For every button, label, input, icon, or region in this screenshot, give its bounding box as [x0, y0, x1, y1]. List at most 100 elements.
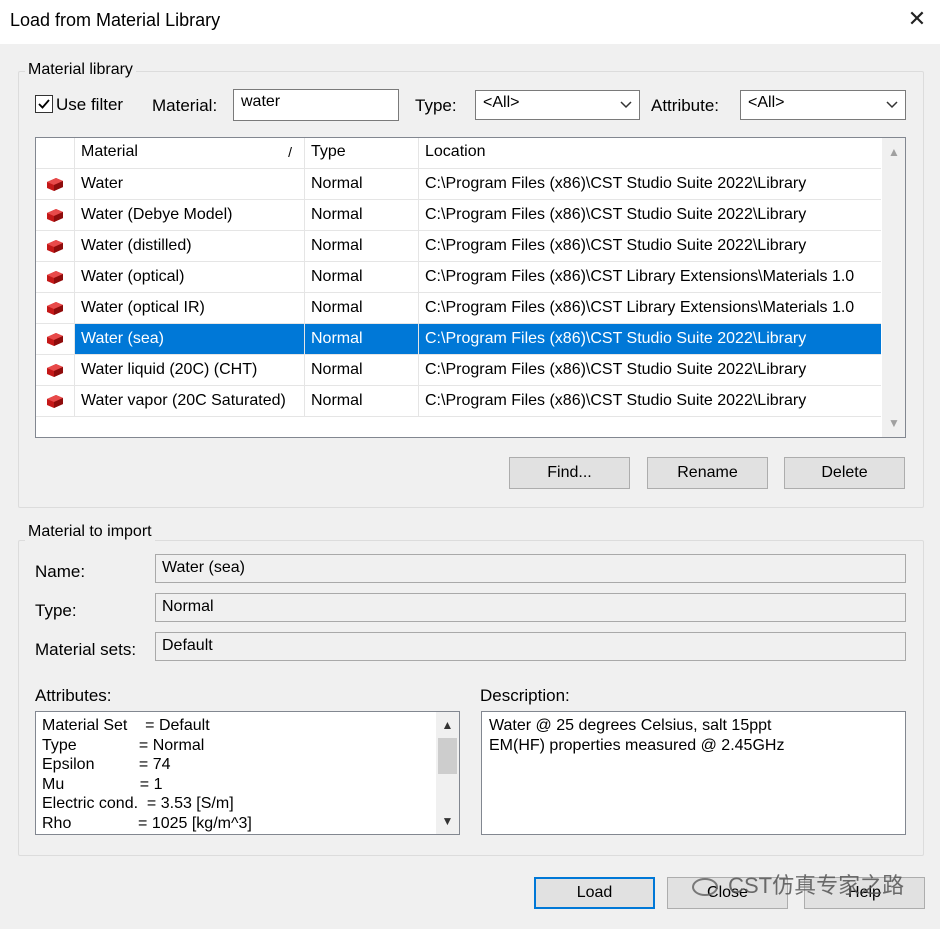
list-scrollbar[interactable]: ▲ ▼ [882, 138, 905, 437]
type-filter-dropdown[interactable]: <All> [475, 90, 640, 120]
cell-location: C:\Program Files (x86)\CST Library Exten… [419, 262, 881, 293]
brick-icon [47, 271, 63, 284]
attribute-filter-label: Attribute: [651, 96, 720, 115]
description-line: Water @ 25 degrees Celsius, salt 15ppt [489, 717, 772, 734]
cell-location: C:\Program Files (x86)\CST Studio Suite … [419, 231, 881, 262]
cell-material: Water (optical) [75, 262, 305, 293]
brick-icon [47, 333, 63, 346]
delete-button[interactable]: Delete [784, 457, 905, 489]
import-name-field[interactable]: Water (sea) [155, 554, 906, 583]
brick-icon [47, 302, 63, 315]
cell-material: Water [75, 169, 305, 200]
material-brick-icon [36, 293, 75, 324]
cell-type: Normal [305, 355, 419, 386]
table-row[interactable]: Water (optical) Normal C:\Program Files (x… [36, 262, 881, 293]
material-to-import-group-label: Material to import [25, 523, 155, 541]
table-row[interactable]: Water liquid (20C) (CHT) Normal C:\Program… [36, 355, 881, 386]
cell-material: Water vapor (20C Saturated) [75, 386, 305, 417]
table-row[interactable]: Water (sea) Normal C:\Program Files (x86)\… [36, 324, 881, 355]
attributes-textbox[interactable]: Material Set = Default Type = Normal Epsil… [35, 711, 460, 835]
type-filter-label: Type: [415, 96, 457, 115]
header-location-label: Location [425, 143, 486, 160]
wechat-icon [692, 878, 718, 897]
description-line: EM(HF) properties measured @ 2.45GHz [489, 737, 785, 754]
import-name-label: Name: [35, 562, 86, 581]
table-row[interactable]: Water (Debye Model) Normal C:\Program File… [36, 200, 881, 231]
watermark-text: CST仿真专家之路 [692, 868, 904, 900]
sort-indicator-icon: / [288, 144, 292, 160]
description-textbox[interactable]: Water @ 25 degrees Celsius, salt 15ppt EM… [481, 711, 906, 835]
material-brick-icon [36, 324, 75, 355]
material-filter-input[interactable]: water [233, 89, 399, 121]
cell-location: C:\Program Files (x86)\CST Studio Suite … [419, 200, 881, 231]
brick-icon [47, 395, 63, 408]
header-material[interactable]: Material / [75, 138, 305, 169]
header-location[interactable]: Location [419, 138, 881, 169]
chevron-down-icon [620, 101, 632, 109]
header-type[interactable]: Type [305, 138, 419, 169]
attribute-line: Mu = 1 [42, 775, 163, 793]
material-brick-icon [36, 231, 75, 262]
cell-type: Normal [305, 293, 419, 324]
close-icon[interactable]: ✕ [906, 8, 928, 30]
cell-type: Normal [305, 324, 419, 355]
import-type-label: Type: [35, 601, 77, 620]
cell-material: Water (distilled) [75, 231, 305, 262]
cell-type: Normal [305, 262, 419, 293]
cell-type: Normal [305, 200, 419, 231]
cell-location: C:\Program Files (x86)\CST Studio Suite … [419, 355, 881, 386]
cell-location: C:\Program Files (x86)\CST Studio Suite … [419, 324, 881, 355]
rename-button[interactable]: Rename [647, 457, 768, 489]
description-label: Description: [480, 686, 570, 705]
attribute-line: Electric cond. = 3.53 [S/m] [42, 795, 234, 813]
import-sets-label: Material sets: [35, 640, 137, 659]
cell-type: Normal [305, 169, 419, 200]
attribute-line: Epsilon = 74 [42, 756, 171, 774]
find-button[interactable]: Find... [509, 457, 630, 489]
chevron-down-icon [886, 101, 898, 109]
attributes-label: Attributes: [35, 686, 112, 705]
cell-material: Water (Debye Model) [75, 200, 305, 231]
use-filter-checkbox[interactable] [35, 95, 53, 113]
table-row[interactable]: Water (optical IR) Normal C:\Program Files… [36, 293, 881, 324]
cell-location: C:\Program Files (x86)\CST Library Exten… [419, 293, 881, 324]
list-header: Material / Type Location [36, 138, 881, 169]
cell-type: Normal [305, 231, 419, 262]
scroll-up-icon[interactable]: ▲ [882, 142, 905, 162]
cell-material: Water (sea) [75, 324, 305, 355]
cell-location: C:\Program Files (x86)\CST Studio Suite … [419, 169, 881, 200]
table-row[interactable]: Water Normal C:\Program Files (x86)\CST St… [36, 169, 881, 200]
table-row[interactable]: Water vapor (20C Saturated) Normal C:\Prog… [36, 386, 881, 417]
attribute-filter-dropdown[interactable]: <All> [740, 90, 906, 120]
use-filter-label[interactable]: Use filter [56, 95, 123, 115]
cell-material: Water liquid (20C) (CHT) [75, 355, 305, 386]
cell-material: Water (optical IR) [75, 293, 305, 324]
brick-icon [47, 240, 63, 253]
table-row[interactable]: Water (distilled) Normal C:\Program Files … [36, 231, 881, 262]
attributes-scrollbar[interactable]: ▲ ▼ [436, 712, 459, 834]
header-material-label: Material [81, 143, 138, 160]
import-type-field[interactable]: Normal [155, 593, 906, 622]
brick-icon [47, 364, 63, 377]
header-type-label: Type [311, 143, 346, 160]
checkmark-icon [38, 99, 50, 109]
material-filter-label: Material: [152, 96, 218, 115]
scroll-thumb[interactable] [438, 738, 457, 774]
load-button[interactable]: Load [534, 877, 655, 909]
material-brick-icon [36, 355, 75, 386]
material-list[interactable]: Material / Type Location Water Normal C:\P… [35, 137, 906, 438]
attribute-line: Material Set = Default [42, 717, 210, 734]
header-icon-column[interactable] [36, 138, 75, 169]
material-brick-icon [36, 386, 75, 417]
scroll-up-icon[interactable]: ▲ [436, 715, 459, 735]
cell-location: C:\Program Files (x86)\CST Studio Suite … [419, 386, 881, 417]
material-brick-icon [36, 169, 75, 200]
material-brick-icon [36, 200, 75, 231]
brick-icon [47, 209, 63, 222]
material-brick-icon [36, 262, 75, 293]
scroll-down-icon[interactable]: ▼ [882, 413, 905, 433]
material-library-group-label: Material library [25, 61, 136, 79]
brick-icon [47, 178, 63, 191]
import-sets-field[interactable]: Default [155, 632, 906, 661]
scroll-down-icon[interactable]: ▼ [436, 811, 459, 831]
